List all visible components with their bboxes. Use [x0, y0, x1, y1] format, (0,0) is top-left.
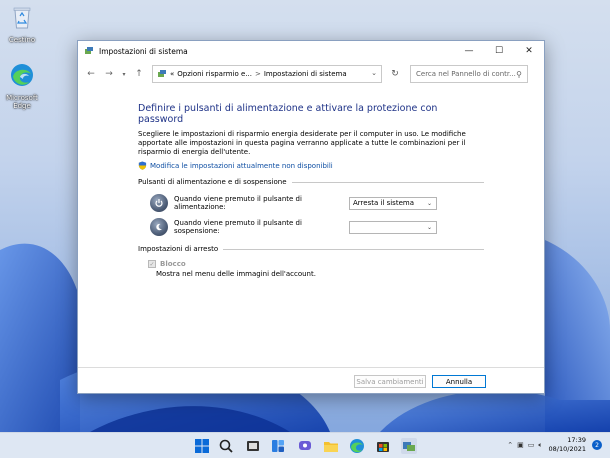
page-title: Definire i pulsanti di alimentazione e a…	[138, 103, 438, 125]
file-explorer-icon[interactable]	[323, 438, 339, 454]
taskbar: ⌃ ▣ ▭ 🔈︎ 17:39 08/10/2021 2	[0, 432, 610, 458]
power-button-label: Quando viene premuto il pulsante di alim…	[174, 195, 302, 211]
recent-locations-button[interactable]: ▾	[118, 65, 130, 83]
breadcrumb-separator[interactable]: >	[255, 70, 261, 78]
address-bar[interactable]: « Opzioni risparmio e... > Impostazioni …	[152, 65, 382, 83]
chevron-up-icon[interactable]: ⌃	[507, 441, 513, 449]
group-title: Impostazioni di arresto	[138, 245, 219, 253]
task-view-icon[interactable]	[245, 438, 261, 454]
title-bar[interactable]: Impostazioni di sistema — ☐ ✕	[78, 41, 544, 61]
shutdown-settings-group-header: Impostazioni di arresto	[138, 245, 484, 253]
clock[interactable]: 17:39 08/10/2021	[549, 436, 586, 454]
up-button[interactable]: ↑	[130, 65, 148, 83]
clock-time: 17:39	[567, 436, 586, 444]
lock-label: Blocco	[160, 260, 186, 268]
maximize-button[interactable]: ☐	[484, 41, 514, 61]
recycle-bin-icon	[13, 7, 31, 29]
power-button-action-select[interactable]: Arresta il sistema ⌄	[349, 196, 437, 210]
power-buttons-group-header: Pulsanti di alimentazione e di sospensio…	[138, 178, 484, 186]
sleep-button-label: Quando viene premuto il pulsante di sosp…	[174, 219, 302, 235]
minimize-icon: —	[464, 46, 474, 56]
breadcrumb-parent[interactable]: Opzioni risparmio e...	[177, 70, 252, 78]
lock-description: Mostra nel menu delle immagini dell'acco…	[156, 270, 316, 278]
notification-badge[interactable]: 2	[592, 440, 602, 450]
sleep-button-action-select[interactable]: ⌄	[349, 220, 437, 234]
chevron-down-icon: ⌄	[426, 223, 432, 231]
arrow-right-icon: →	[105, 69, 113, 79]
lock-checkbox[interactable]: ✓	[148, 260, 156, 268]
breadcrumb-prefix[interactable]: «	[170, 70, 174, 78]
close-button[interactable]: ✕	[514, 41, 544, 61]
shield-icon	[138, 161, 147, 170]
forward-button[interactable]: →	[100, 65, 118, 83]
lock-setting: ✓ Blocco	[148, 260, 484, 268]
chevron-down-icon: ▾	[122, 70, 126, 78]
divider	[291, 181, 484, 183]
group-title: Pulsanti di alimentazione e di sospensio…	[138, 178, 287, 186]
device-icon[interactable]: ▣	[517, 441, 524, 449]
edge-icon[interactable]	[349, 438, 365, 454]
navigation-bar: ← → ▾ ↑ « Opzioni risparmio e... > Impos…	[78, 61, 544, 87]
search-placeholder: Cerca nel Pannello di contr...	[416, 70, 516, 78]
minimize-button[interactable]: —	[454, 41, 484, 61]
window-title: Impostazioni di sistema	[99, 46, 188, 56]
chat-icon[interactable]	[297, 438, 313, 454]
divider	[223, 248, 484, 250]
arrow-up-icon: ↑	[135, 69, 143, 79]
search-icon: ⚲	[516, 69, 522, 79]
control-panel-icon	[158, 70, 166, 77]
desktop-icon-label: Cestino	[8, 36, 36, 44]
select-value: Arresta il sistema	[353, 199, 414, 207]
close-icon: ✕	[525, 46, 533, 56]
cancel-button[interactable]: Annulla	[432, 375, 486, 388]
desktop-icon-recycle-bin[interactable]: Cestino	[4, 4, 40, 44]
search-icon[interactable]	[218, 438, 234, 454]
save-changes-button[interactable]: Salva cambiamenti	[354, 375, 426, 388]
chevron-down-icon: ⌄	[426, 199, 432, 207]
window-footer: Salva cambiamenti Annulla	[78, 367, 544, 393]
volume-icon[interactable]: 🔈︎	[538, 441, 542, 450]
sleep-button-icon	[150, 218, 168, 236]
control-panel-taskbar-icon[interactable]	[401, 438, 417, 454]
content-area: Definire i pulsanti di alimentazione e a…	[138, 103, 484, 278]
page-description: Scegliere le impostazioni di risparmio e…	[138, 130, 466, 156]
maximize-icon: ☐	[494, 46, 504, 56]
arrow-left-icon: ←	[87, 69, 95, 79]
desktop-icon-label: Microsoft Edge	[6, 94, 38, 110]
breadcrumb-current[interactable]: Impostazioni di sistema	[264, 70, 347, 78]
checkmark-icon: ✓	[149, 260, 155, 268]
change-settings-link-text[interactable]: Modifica le impostazioni attualmente non…	[150, 162, 333, 170]
change-settings-link[interactable]: Modifica le impostazioni attualmente non…	[138, 161, 484, 170]
edge-icon	[11, 64, 33, 86]
search-input[interactable]: Cerca nel Pannello di contr... ⚲	[410, 65, 528, 83]
address-dropdown-icon[interactable]: ⌄	[371, 69, 377, 77]
clock-date: 08/10/2021	[548, 445, 586, 453]
store-icon[interactable]	[375, 438, 391, 454]
back-button[interactable]: ←	[82, 65, 100, 83]
widgets-icon[interactable]	[270, 438, 286, 454]
system-settings-window: Impostazioni di sistema — ☐ ✕ ← → ▾ ↑ « …	[77, 40, 545, 394]
desktop-icon-edge[interactable]: Microsoft Edge	[4, 62, 40, 110]
refresh-icon: ↻	[391, 69, 399, 79]
sleep-button-setting-row: Quando viene premuto il pulsante di sosp…	[138, 217, 484, 237]
system-tray: ⌃ ▣ ▭ 🔈︎ 17:39 08/10/2021 2	[503, 436, 602, 454]
start-icon[interactable]	[194, 438, 210, 454]
power-options-icon	[85, 47, 93, 54]
network-icon[interactable]: ▭	[528, 441, 535, 449]
refresh-button[interactable]: ↻	[386, 65, 404, 83]
power-button-icon	[150, 194, 168, 212]
power-button-setting-row: Quando viene premuto il pulsante di alim…	[138, 193, 484, 213]
